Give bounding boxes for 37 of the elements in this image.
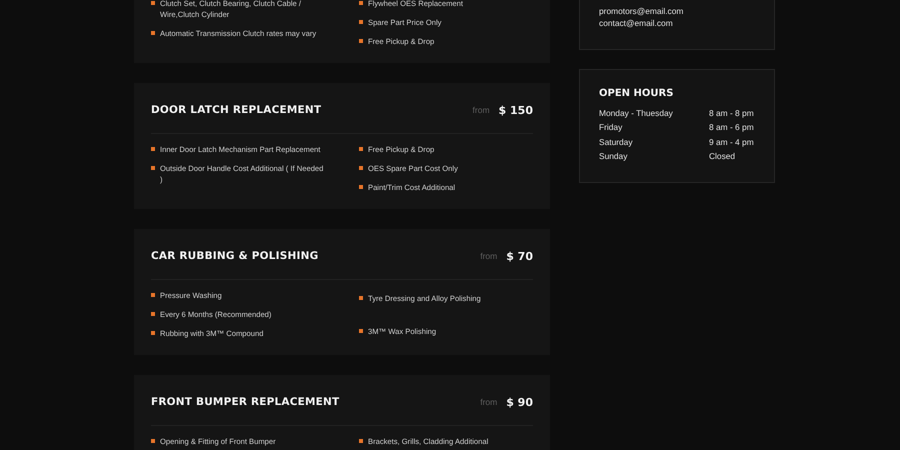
bullet-icon: [359, 166, 363, 170]
bullet-icon: [359, 296, 363, 300]
hours-value: 8 am - 8 pm: [709, 107, 755, 120]
hours-value: 9 am - 4 pm: [709, 136, 755, 148]
service-title: CAR RUBBING & POLISHING: [151, 250, 318, 262]
day-label: Sunday: [599, 150, 628, 162]
price-prefix: from: [472, 105, 490, 115]
bullet-icon: [359, 439, 363, 443]
bullet-icon: [359, 39, 363, 43]
service-price: $ 70: [506, 250, 533, 262]
day-label: Monday - Thuesday: [599, 107, 674, 120]
bullet-icon: [359, 185, 363, 189]
bullet-icon: [359, 328, 363, 332]
day-label: Saturday: [599, 136, 634, 148]
bullet-icon: [151, 31, 155, 35]
hours-value: Closed: [709, 150, 736, 162]
service-title: DOOR LATCH REPLACEMENT: [151, 104, 322, 116]
bullet-icon: [151, 166, 155, 170]
day-label: Friday: [599, 121, 624, 134]
bullet-icon: [359, 1, 363, 5]
hours-title: OPEN HOURS: [599, 88, 674, 99]
bullet-icon: [151, 147, 155, 151]
bullet-icon: [151, 312, 155, 316]
email-text: contact@email.com: [599, 17, 674, 29]
service-title: FRONT BUMPER REPLACEMENT: [151, 396, 340, 408]
email-text: promotors@email.com: [599, 5, 684, 17]
service-price: $ 150: [498, 104, 533, 116]
price-prefix: from: [480, 397, 498, 407]
service-price: $ 90: [506, 396, 533, 408]
bullet-icon: [359, 147, 363, 151]
bullet-icon: [151, 1, 155, 5]
price-prefix: from: [480, 251, 498, 261]
hours-value: 8 am - 6 pm: [709, 121, 755, 134]
bullet-icon: [151, 331, 155, 335]
bullet-icon: [151, 293, 155, 297]
bullet-icon: [151, 439, 155, 443]
bullet-icon: [359, 20, 363, 24]
